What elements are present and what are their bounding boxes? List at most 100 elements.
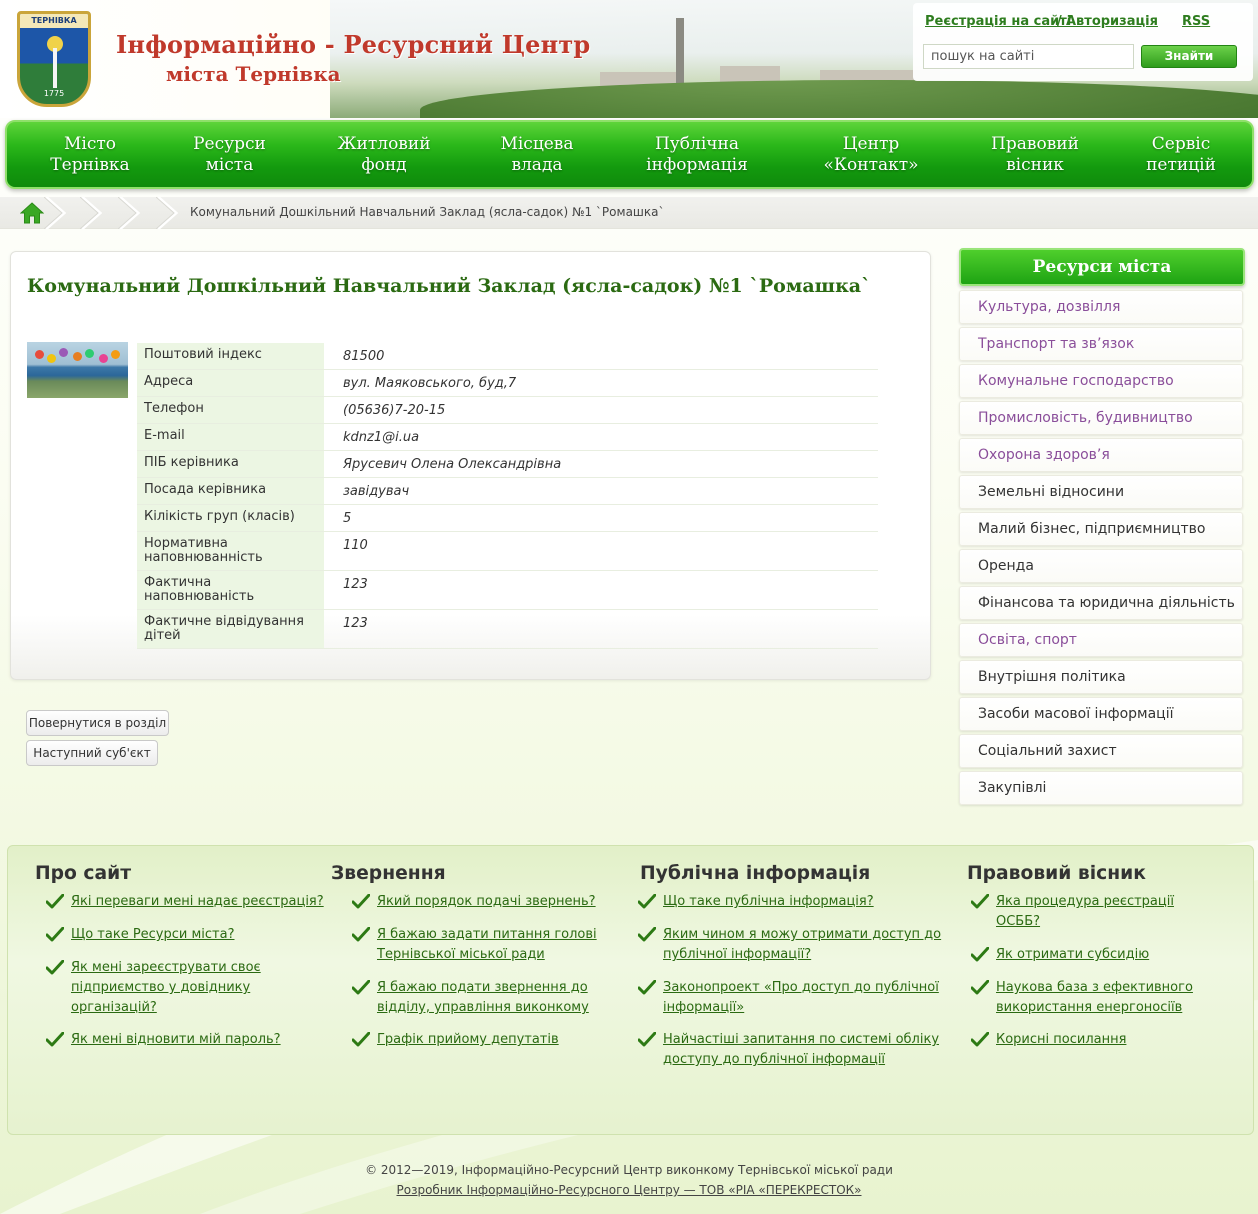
footer-link-line: Найчастіші запитання по системі обліку	[663, 1032, 940, 1047]
footer-link-line: Я бажаю подати звернення до	[377, 980, 588, 995]
checkmark-icon	[46, 894, 64, 909]
nav-label: Місцева	[500, 133, 574, 154]
footer-link[interactable]: Як мені зареєструвати своє підприємство у…	[71, 958, 261, 1018]
next-entity-button[interactable]: Наступний суб'єкт	[26, 740, 158, 766]
footer-column-title: Звернення	[331, 863, 446, 884]
footer-link[interactable]: Я бажаю подати звернення до відділу, упра…	[377, 978, 589, 1018]
footer-link-line: ОСББ?	[996, 914, 1041, 929]
footer-panel: Про сайт Які переваги мені надає реєстрац…	[7, 845, 1254, 1135]
nav-label: Ресурси	[193, 133, 266, 154]
photo-detail	[47, 354, 56, 363]
footer-link[interactable]: Законопроект «Про доступ до публічної інф…	[663, 978, 939, 1018]
sidebar-item[interactable]: Земельні відносини	[959, 475, 1243, 509]
nav-item-petitions[interactable]: Сервіс петицій	[1131, 122, 1231, 187]
login-link[interactable]: Авторизація	[1066, 14, 1158, 29]
footer-link-line: Графік прийому депутатів	[377, 1032, 559, 1047]
footer-link-line: Які переваги мені надає реєстрація?	[71, 894, 324, 909]
field-value: завідувач	[324, 477, 878, 505]
table-row: Нормативна наповнюванність 110	[137, 531, 878, 571]
auth-search-box: Реєстрація на сайті / Авторизація RSS	[913, 3, 1253, 81]
footer-link[interactable]: Наукова база з ефективного використання е…	[996, 978, 1193, 1018]
search-button[interactable]: Знайти	[1141, 45, 1237, 68]
sidebar-item[interactable]: Освіта, спорт	[959, 623, 1243, 657]
nav-item-local-government[interactable]: Місцева влада	[487, 122, 587, 187]
logo-name: ТЕРНІВКА	[20, 14, 88, 28]
chevron-right-icon	[156, 197, 178, 229]
sidebar-item[interactable]: Внутрішня політика	[959, 660, 1243, 694]
footer-link[interactable]: Які переваги мені надає реєстрація?	[71, 892, 324, 912]
search-input[interactable]: пошук на сайті	[923, 44, 1134, 69]
footer-link-line: Який порядок подачі звернень?	[377, 894, 596, 909]
checkmark-icon	[352, 980, 370, 995]
sidebar-item[interactable]: Промисловість, будивництво	[959, 401, 1243, 435]
footer-link[interactable]: Найчастіші запитання по системі обліку до…	[663, 1030, 939, 1070]
footer-link[interactable]: Як мені відновити мій пароль?	[71, 1030, 281, 1050]
sidebar-item[interactable]: Соціальний захист	[959, 734, 1243, 768]
sidebar-item[interactable]: Транспорт та зв’язок	[959, 327, 1243, 361]
developer-link[interactable]: Розробник Інформаційно-Ресурсного Центру…	[0, 1183, 1258, 1197]
sidebar-item[interactable]: Засоби масової інформації	[959, 697, 1243, 731]
field-key: Поштовий індекс	[137, 343, 324, 370]
footer-link-line: публічної інформації?	[663, 947, 812, 962]
footer-link[interactable]: Графік прийому депутатів	[377, 1030, 559, 1050]
checkmark-icon	[638, 1032, 656, 1047]
field-value: kdnz1@i.ua	[324, 423, 878, 451]
nav-label: вісник	[1006, 154, 1064, 175]
nav-item-housing[interactable]: Житловий фонд	[329, 122, 439, 187]
site-title[interactable]: Інформаційно - Ресурсний Центр	[116, 30, 590, 59]
checkmark-icon	[46, 927, 64, 942]
nav-item-contact-center[interactable]: Центр «Контакт»	[811, 122, 931, 187]
nav-label: Публічна	[654, 133, 739, 154]
field-key: Телефон	[137, 396, 324, 424]
sidebar-title: Ресурси міста	[959, 248, 1245, 286]
checkmark-icon	[971, 947, 989, 962]
sidebar-item[interactable]: Малий бізнес, підприємництво	[959, 512, 1243, 546]
sidebar-item[interactable]: Закупівлі	[959, 771, 1243, 805]
nav-item-city[interactable]: Місто Тернівка	[40, 122, 140, 187]
footer-link-line: організацій?	[71, 1000, 157, 1015]
footer-column-title: Про сайт	[35, 863, 132, 884]
field-key: Фактичне відвідування дітей	[137, 609, 324, 649]
footer-link[interactable]: Що таке публічна інформація?	[663, 892, 874, 912]
register-link[interactable]: Реєстрація на сайті	[925, 14, 1071, 29]
sidebar-item[interactable]: Культура, дозвілля	[959, 290, 1243, 324]
footer-link[interactable]: Я бажаю задати питання голові Тернівської…	[377, 925, 597, 965]
footer-column-title: Публічна інформація	[640, 863, 871, 884]
chevron-right-icon	[118, 197, 140, 229]
nav-item-public-info[interactable]: Публічна інформація	[629, 122, 765, 187]
sidebar-item[interactable]: Комунальне господарство	[959, 364, 1243, 398]
institution-photo[interactable]	[27, 342, 128, 398]
city-coat-of-arms-logo[interactable]: ТЕРНІВКА 1775	[17, 11, 91, 107]
photo-detail	[59, 348, 68, 357]
checkmark-icon	[971, 1032, 989, 1047]
footer-link-line: Корисні посилання	[996, 1032, 1127, 1047]
footer-link[interactable]: Що таке Ресурси міста?	[71, 925, 235, 945]
footer-link-line: інформації»	[663, 1000, 745, 1015]
home-icon[interactable]	[20, 202, 44, 224]
table-row: Посада керівника завідувач	[137, 477, 878, 505]
footer-link[interactable]: Яка процедура реєстрації ОСББ?	[996, 892, 1174, 932]
back-to-section-button[interactable]: Повернутися в розділ	[26, 710, 169, 736]
photo-detail	[35, 350, 44, 359]
checkmark-icon	[352, 894, 370, 909]
rss-link[interactable]: RSS	[1182, 14, 1210, 29]
institution-card: Комунальний Дошкільний Навчальний Заклад…	[10, 251, 931, 680]
footer-link[interactable]: Як отримати субсидію	[996, 945, 1149, 965]
field-key: E-mail	[137, 423, 324, 451]
field-key: Нормативна наповнюванність	[137, 531, 324, 571]
checkmark-icon	[971, 980, 989, 995]
footer-link[interactable]: Яким чином я можу отримати доступ до публ…	[663, 925, 941, 965]
sidebar-item[interactable]: Охорона здоров’я	[959, 438, 1243, 472]
checkmark-icon	[638, 894, 656, 909]
sidebar-item[interactable]: Оренда	[959, 549, 1243, 583]
field-value: 123	[324, 609, 878, 649]
logo-year: 1775	[43, 89, 65, 98]
nav-item-city-resources[interactable]: Ресурси міста	[177, 122, 282, 187]
footer-link[interactable]: Корисні посилання	[996, 1030, 1126, 1050]
nav-item-legal-bulletin[interactable]: Правовий вісник	[980, 122, 1090, 187]
sidebar-item[interactable]: Фінансова та юридична діяльність	[959, 586, 1243, 620]
footer-link[interactable]: Який порядок подачі звернень?	[377, 892, 596, 912]
nav-label: Тернівка	[50, 154, 130, 175]
institution-info-table: Поштовий індекс 81500 Адреса вул. Маяковсь…	[137, 343, 878, 649]
nav-label: фонд	[361, 154, 407, 175]
